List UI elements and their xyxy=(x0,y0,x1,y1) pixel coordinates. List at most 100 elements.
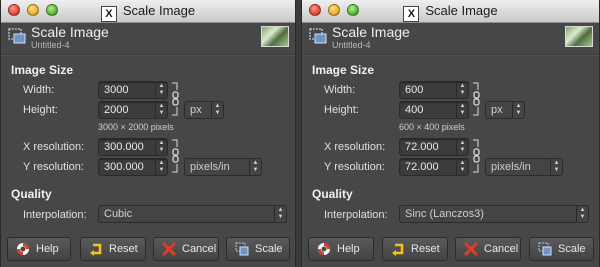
spin-arrows-icon[interactable]: ▲ ▼ xyxy=(155,102,167,118)
chain-link-icon[interactable] xyxy=(472,80,481,118)
reset-button[interactable]: Reset xyxy=(80,237,146,261)
help-label: Help xyxy=(36,243,59,255)
scale-button[interactable]: Scale xyxy=(226,237,290,261)
dialog-header: Scale Image Untitled-4 xyxy=(1,23,295,53)
width-value: 600 xyxy=(405,84,424,96)
spin-arrows-icon[interactable]: ▲ ▼ xyxy=(155,159,167,175)
window-title: X Scale Image xyxy=(1,3,295,22)
height-label: Height: xyxy=(23,104,58,116)
y-resolution-value: 72.000 xyxy=(405,161,439,173)
spin-arrows-icon[interactable]: ▲ ▼ xyxy=(155,139,167,155)
scale-button[interactable]: Scale xyxy=(529,237,594,261)
dialog-title: Scale Image xyxy=(31,24,109,40)
interpolation-value: Sinc (Lanczos3) xyxy=(405,208,484,220)
quality-heading: Quality xyxy=(11,187,52,201)
x-resolution-input[interactable]: 300.000 ▲ ▼ xyxy=(98,138,168,156)
image-thumbnail xyxy=(261,26,289,47)
height-label: Height: xyxy=(324,104,359,116)
resolution-unit-select[interactable]: pixels/in ▲ ▼ xyxy=(184,158,262,176)
window-title-text: Scale Image xyxy=(122,3,196,18)
x-resolution-input[interactable]: 72.000 ▲ ▼ xyxy=(399,138,469,156)
cancel-label: Cancel xyxy=(484,243,519,255)
reset-label: Reset xyxy=(109,243,138,255)
image-size-heading: Image Size xyxy=(312,63,375,77)
y-resolution-input[interactable]: 72.000 ▲ ▼ xyxy=(399,158,469,176)
window-title: X Scale Image xyxy=(302,3,599,22)
spin-arrows-icon[interactable]: ▲ ▼ xyxy=(155,82,167,98)
scale-label: Scale xyxy=(255,243,283,255)
spin-arrows-icon[interactable]: ▲ ▼ xyxy=(456,159,468,175)
width-label: Width: xyxy=(23,84,55,96)
y-resolution-value: 300.000 xyxy=(104,161,144,173)
height-input[interactable]: 2000 ▲ ▼ xyxy=(98,101,168,119)
cancel-button[interactable]: Cancel xyxy=(455,237,521,261)
lifebuoy-icon xyxy=(318,243,330,255)
spin-arrows-icon[interactable]: ▲ ▼ xyxy=(456,82,468,98)
reset-button[interactable]: Reset xyxy=(382,237,448,261)
interpolation-label: Interpolation: xyxy=(23,209,87,221)
dropdown-arrows-icon: ▲ ▼ xyxy=(249,159,261,175)
spin-arrows-icon[interactable]: ▲ ▼ xyxy=(456,102,468,118)
pixel-dimensions-info: 600 × 400 pixels xyxy=(399,122,465,132)
height-value: 400 xyxy=(405,104,424,116)
x-resolution-label: X resolution: xyxy=(23,141,85,153)
window-titlebar[interactable]: X Scale Image xyxy=(302,0,599,23)
x-resolution-value: 72.000 xyxy=(405,141,439,153)
y-resolution-label: Y resolution: xyxy=(324,161,385,173)
scale-image-icon xyxy=(309,28,327,44)
divider xyxy=(302,54,599,56)
size-unit-value: px xyxy=(190,104,202,116)
cancel-button[interactable]: Cancel xyxy=(153,237,219,261)
dropdown-arrows-icon: ▲ ▼ xyxy=(211,102,223,118)
divider xyxy=(1,54,295,56)
cancel-x-icon xyxy=(464,242,478,256)
image-name: Untitled-4 xyxy=(31,40,70,50)
image-thumbnail xyxy=(565,26,593,47)
x-resolution-value: 300.000 xyxy=(104,141,144,153)
size-unit-select[interactable]: px ▲ ▼ xyxy=(184,101,224,119)
dropdown-arrows-icon: ▲ ▼ xyxy=(512,102,524,118)
dialog-header: Scale Image Untitled-4 xyxy=(302,23,599,53)
image-size-heading: Image Size xyxy=(11,63,74,77)
help-button[interactable]: Help xyxy=(308,237,374,261)
resolution-unit-value: pixels/in xyxy=(491,161,531,173)
width-input[interactable]: 3000 ▲ ▼ xyxy=(98,81,168,99)
y-resolution-input[interactable]: 300.000 ▲ ▼ xyxy=(98,158,168,176)
interpolation-select[interactable]: Sinc (Lanczos3) ▲ ▼ xyxy=(399,205,589,223)
width-input[interactable]: 600 ▲ ▼ xyxy=(399,81,469,99)
size-unit-value: px xyxy=(491,104,503,116)
dialog-title: Scale Image xyxy=(332,24,410,40)
reset-arrow-icon xyxy=(90,243,102,256)
window-titlebar[interactable]: X Scale Image xyxy=(1,0,295,23)
interpolation-select[interactable]: Cubic ▲ ▼ xyxy=(98,205,287,223)
help-button[interactable]: Help xyxy=(7,237,71,261)
cancel-label: Cancel xyxy=(182,243,217,255)
pixel-dimensions-info: 3000 × 2000 pixels xyxy=(98,122,174,132)
scale-image-icon xyxy=(538,242,552,256)
dropdown-arrows-icon: ▲ ▼ xyxy=(274,206,286,222)
reset-arrow-icon xyxy=(392,243,404,256)
resolution-unit-select[interactable]: pixels/in ▲ ▼ xyxy=(485,158,563,176)
reset-label: Reset xyxy=(411,243,440,255)
chain-link-icon[interactable] xyxy=(171,137,180,175)
interpolation-label: Interpolation: xyxy=(324,209,388,221)
x-resolution-label: X resolution: xyxy=(324,141,386,153)
scale-image-dialog-1: X Scale Image Scale Image Untitled-4 Imag… xyxy=(0,0,296,267)
image-name: Untitled-4 xyxy=(332,40,371,50)
interpolation-value: Cubic xyxy=(104,208,133,220)
height-input[interactable]: 400 ▲ ▼ xyxy=(399,101,469,119)
width-label: Width: xyxy=(324,84,356,96)
dropdown-arrows-icon: ▲ ▼ xyxy=(550,159,562,175)
size-unit-select[interactable]: px ▲ ▼ xyxy=(485,101,525,119)
resolution-unit-value: pixels/in xyxy=(190,161,230,173)
dropdown-arrows-icon: ▲ ▼ xyxy=(576,206,588,222)
chain-link-icon[interactable] xyxy=(171,80,180,118)
scale-image-icon xyxy=(8,28,26,44)
lifebuoy-icon xyxy=(17,243,29,255)
x11-icon: X xyxy=(403,6,420,22)
scale-label: Scale xyxy=(558,243,586,255)
spin-arrows-icon[interactable]: ▲ ▼ xyxy=(456,139,468,155)
scale-image-dialog-2: X Scale Image Scale Image Untitled-4 Imag… xyxy=(301,0,600,267)
window-title-text: Scale Image xyxy=(425,3,498,18)
chain-link-icon[interactable] xyxy=(472,137,481,175)
